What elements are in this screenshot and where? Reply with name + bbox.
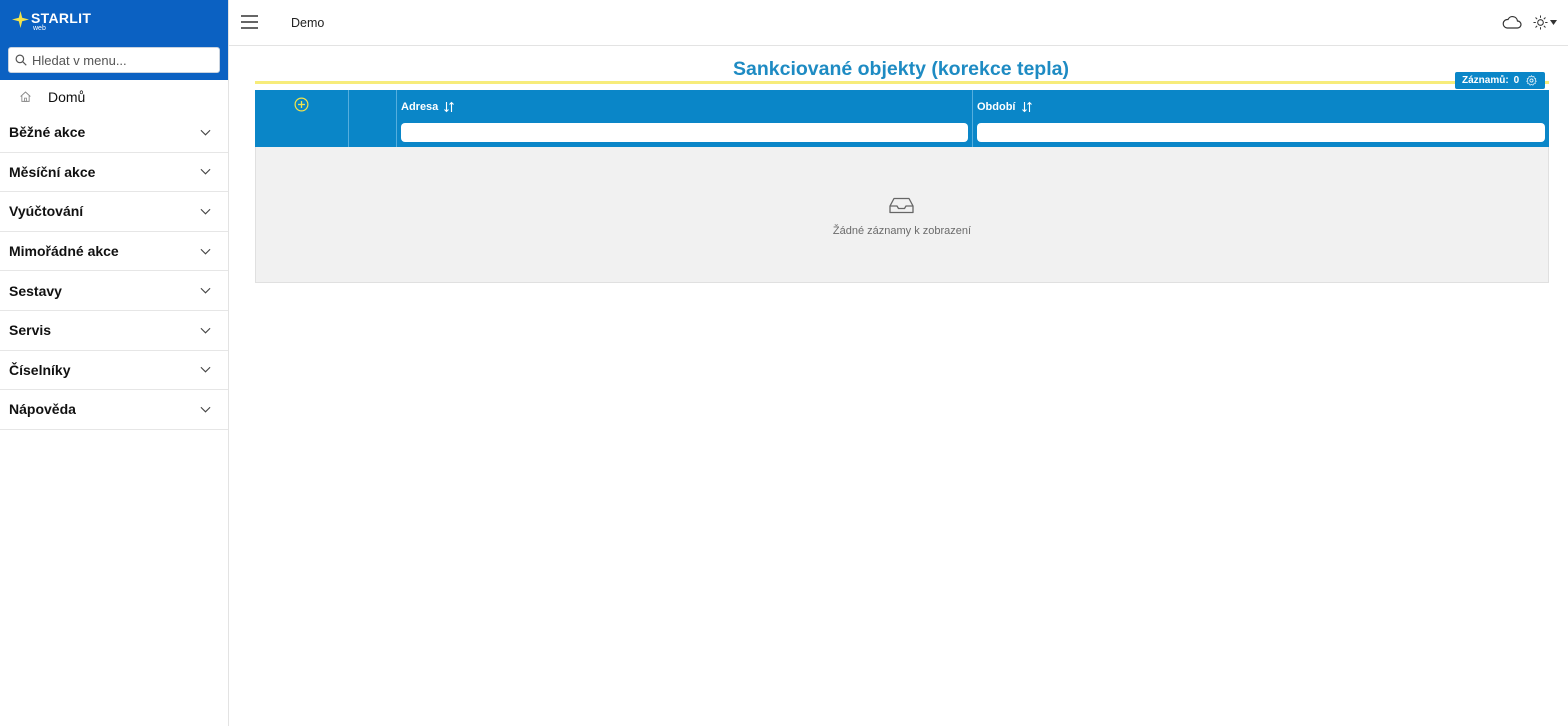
sidebar-item-home[interactable]: Domů: [0, 80, 228, 113]
sidebar-header: STARLIT web: [0, 0, 228, 80]
sidebar-section-mimoradne-akce[interactable]: Mimořádné akce: [0, 232, 228, 272]
sidebar-section-label: Měsíční akce: [9, 163, 96, 180]
sidebar-section-label: Nápověda: [9, 401, 76, 418]
column-header-label: Adresa: [401, 100, 439, 113]
title-underline: [255, 81, 1549, 84]
page-title: Sankciované objekty (korekce tepla): [733, 58, 1069, 80]
sidebar-section-ciselniky[interactable]: Číselníky: [0, 351, 228, 391]
sidebar-section-vyuctovani[interactable]: Vyúčtování: [0, 192, 228, 232]
data-grid: Adresa Období Žádné záznamy k zobrazení: [255, 90, 1549, 283]
star-logo-icon: [12, 11, 29, 28]
top-bar: Demo: [229, 0, 1568, 46]
chevron-down-icon: [200, 406, 211, 413]
sidebar-section-sestavy[interactable]: Sestavy: [0, 271, 228, 311]
brand-subtitle: web: [33, 25, 46, 32]
column-obdobi: Období: [973, 90, 1549, 147]
sidebar-section-label: Číselníky: [9, 361, 71, 378]
gear-icon[interactable]: [1526, 75, 1538, 86]
chevron-down-icon: [200, 208, 211, 215]
cloud-icon[interactable]: [1502, 15, 1522, 29]
records-count: 0: [1513, 75, 1520, 86]
chevron-down-icon: [200, 248, 211, 255]
sidebar-section-label: Servis: [9, 322, 52, 339]
column-header-adresa[interactable]: Adresa: [401, 98, 968, 115]
logo[interactable]: STARLIT: [12, 9, 91, 28]
breadcrumb[interactable]: Demo: [291, 16, 324, 30]
sidebar-item-label: Domů: [48, 88, 86, 105]
chevron-down-icon: [200, 367, 211, 373]
sidebar-section-servis[interactable]: Servis: [0, 311, 228, 351]
sidebar-section-label: Mimořádné akce: [9, 243, 119, 260]
column-header-label: Období: [977, 100, 1016, 113]
grid-header-row: Adresa Období: [255, 90, 1549, 147]
filter-input-adresa[interactable]: [401, 123, 968, 142]
chevron-down-icon: [200, 169, 211, 175]
home-icon: [20, 91, 31, 102]
sidebar-section-bezne-akce[interactable]: Běžné akce: [0, 113, 228, 153]
chevron-down-icon: [200, 129, 211, 136]
sidebar-section-label: Běžné akce: [9, 124, 86, 141]
menu-search-input[interactable]: [32, 52, 212, 68]
column-header-obdobi[interactable]: Období: [977, 98, 1545, 115]
search-icon: [15, 54, 27, 66]
theme-sun-icon[interactable]: [1533, 15, 1548, 30]
sidebar-section-label: Vyúčtování: [9, 203, 84, 220]
theme-dropdown-caret-icon[interactable]: [1550, 20, 1557, 25]
chevron-down-icon: [200, 287, 211, 294]
empty-inbox-icon: [889, 197, 914, 214]
column-adresa: Adresa: [397, 90, 973, 147]
sidebar: STARLIT web Domů Běžné akce Měsíční akce…: [0, 0, 229, 726]
menu-search[interactable]: [8, 47, 220, 73]
records-label: Záznamů:: [1462, 75, 1509, 86]
sort-arrows-icon[interactable]: [1021, 101, 1033, 113]
sort-arrows-icon[interactable]: [443, 101, 455, 113]
sidebar-section-napoveda[interactable]: Nápověda: [0, 390, 228, 430]
records-count-badge: Záznamů: 0: [1455, 72, 1545, 89]
chevron-down-icon: [200, 327, 211, 334]
filter-input-obdobi[interactable]: [977, 123, 1545, 142]
grid-select-column: [349, 90, 397, 147]
grid-empty-body: Žádné záznamy k zobrazení: [255, 147, 1549, 283]
add-row-plus-circle-icon[interactable]: [294, 97, 309, 112]
empty-state-text: Žádné záznamy k zobrazení: [832, 225, 972, 237]
sidebar-section-label: Sestavy: [9, 282, 62, 299]
sidebar-section-mesicni-akce[interactable]: Měsíční akce: [0, 153, 228, 193]
hamburger-menu-icon[interactable]: [241, 14, 258, 30]
grid-add-column: [255, 90, 349, 147]
